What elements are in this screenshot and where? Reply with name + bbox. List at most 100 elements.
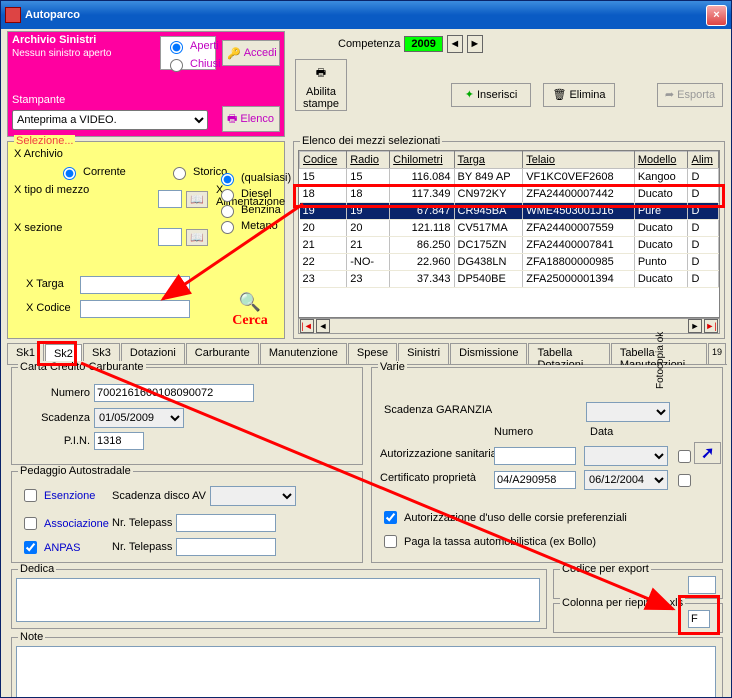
stampante-select[interactable]: Anteprima a VIDEO. <box>12 110 208 130</box>
telepass2-input[interactable] <box>176 538 276 556</box>
associazione-check[interactable]: Associazione <box>20 514 109 533</box>
scad-garanzia-select[interactable] <box>586 402 670 422</box>
table-row[interactable]: 1818117.349CN972KYZFA24400007442DucatoD <box>300 186 719 203</box>
note-textarea[interactable] <box>16 646 716 698</box>
paga-bollo-check[interactable]: Paga la tassa automobilistica (ex Bollo) <box>380 532 596 551</box>
table-row[interactable]: 2020121.118CV517MAZFA24400007559DucatoD <box>300 220 719 237</box>
sezione-label: X sezione <box>14 222 62 234</box>
tab-manutenzione[interactable]: Manutenzione <box>260 343 347 364</box>
col-targa[interactable]: Targa <box>454 152 523 169</box>
codice-export-legend: Codice per export <box>560 563 651 575</box>
tipo-mezzo-input[interactable] <box>158 190 182 208</box>
radio-benzina[interactable]: Benzina <box>216 202 284 218</box>
radio-aperti[interactable]: Aperti <box>161 37 215 55</box>
scadenza-av-select[interactable] <box>210 486 296 506</box>
tab-dismissione[interactable]: Dismissione <box>450 343 527 364</box>
radio-chiusi[interactable]: Chiusi <box>161 55 215 73</box>
table-row[interactable]: 1515116.084BY 849 APVF1KC0VEF2608KangooD <box>300 169 719 186</box>
table-row[interactable]: 22-NO-22.960DG438LNZFA18800000985PuntoD <box>300 254 719 271</box>
cerca-button[interactable]: 🔍 Cerca <box>216 292 284 329</box>
table-row[interactable]: 212186.250DC175ZNZFA24400007841DucatoD <box>300 237 719 254</box>
aut-san-num[interactable] <box>494 447 576 465</box>
col-alim[interactable]: Alim <box>688 152 719 169</box>
radio-metano[interactable]: Metano <box>216 218 284 234</box>
abilita-stampe-button[interactable]: 🖶 Abilita stampe <box>295 59 347 111</box>
carta-legend: Carta Credito Carburante <box>18 361 146 373</box>
tab-end[interactable]: 19 <box>708 343 726 364</box>
col-radio[interactable]: Radio <box>347 152 390 169</box>
telepass1-input[interactable] <box>176 514 276 532</box>
data-h: Data <box>590 426 613 438</box>
codice-label: X Codice <box>26 302 71 314</box>
targa-input[interactable] <box>80 276 190 294</box>
telepass2-label: Nr. Telepass <box>112 541 172 553</box>
radio-diesel[interactable]: Diesel <box>216 186 284 202</box>
numero-label: Numero <box>40 387 90 399</box>
pin-input[interactable] <box>94 432 144 450</box>
codice-export-input[interactable] <box>688 576 716 594</box>
table-row[interactable]: 232337.343DP540BEZFA25000001394DucatoD <box>300 271 719 288</box>
esenzione-check[interactable]: Esenzione <box>20 486 95 505</box>
year-prev-button[interactable]: ◄ <box>447 35 463 53</box>
magnifier-icon: 🔍 <box>216 292 284 313</box>
pedaggio-legend: Pedaggio Autostradale <box>18 465 133 477</box>
year-next-button[interactable]: ► <box>467 35 483 53</box>
competenza-label: Competenza <box>338 38 400 50</box>
cert-chk[interactable] <box>678 474 691 487</box>
tab-tabella-dotazioni[interactable]: Tabella Dotazioni <box>528 343 609 364</box>
dedica-textarea[interactable] <box>16 578 540 622</box>
anpas-check[interactable]: ANPAS <box>20 538 80 557</box>
elenco-mezzi-group: Elenco dei mezzi selezionati Codice Radi… <box>293 141 725 339</box>
archivio-sinistri-panel: Archivio Sinistri Nessun sinistro aperto… <box>7 31 285 137</box>
col-modello[interactable]: Modello <box>634 152 688 169</box>
pedaggio-group: Pedaggio Autostradale Esenzione Scadenza… <box>11 471 363 563</box>
trash-icon: 🗑 <box>552 89 566 101</box>
aut-san-chk[interactable] <box>678 450 691 463</box>
varie-group: Varie Scadenza GARANZIA Fotocopia ok Num… <box>371 367 723 563</box>
colonna-riepilogo-group: Colonna per riepilogo xls <box>553 603 723 633</box>
elimina-button[interactable]: 🗑 Elimina <box>543 83 615 107</box>
cert-data-select[interactable]: 06/12/2004 <box>584 470 668 490</box>
telepass1-label: Nr. Telepass <box>112 517 172 529</box>
aut-san-data[interactable] <box>584 446 668 466</box>
accedi-button[interactable]: 🔑Accedi <box>222 40 280 66</box>
scadenza-select[interactable]: 01/05/2009 <box>94 408 184 428</box>
colonna-input[interactable] <box>688 610 710 628</box>
selezione-group: Selezione... X Archivio Corrente Storico… <box>7 141 285 339</box>
key-icon: 🔑 <box>227 47 241 60</box>
sezione-browse[interactable]: 📖 <box>186 229 208 246</box>
radio-corrente[interactable]: Corrente <box>58 164 126 180</box>
inserisci-button[interactable]: ✦ Inserisci <box>451 83 531 107</box>
codice-export-group: Codice per export <box>553 569 723 599</box>
tab-carburante[interactable]: Carburante <box>186 343 259 364</box>
scadenza-label: Scadenza <box>30 412 90 424</box>
printer-icon: 🖶 <box>311 64 331 84</box>
book-icon: 📖 <box>190 193 204 206</box>
fotocopia-label: Fotocopia ok <box>655 332 666 389</box>
numero-h: Numero <box>494 426 533 438</box>
stampante-label: Stampante <box>12 94 65 106</box>
note-legend: Note <box>18 631 45 643</box>
targa-label: X Targa <box>26 278 64 290</box>
cert-num-input[interactable] <box>494 471 576 489</box>
codice-input[interactable] <box>80 300 190 318</box>
col-telaio[interactable]: Telaio <box>523 152 635 169</box>
carta-group: Carta Credito Carburante Numero Scadenza… <box>11 367 363 465</box>
col-codice[interactable]: Codice <box>300 152 347 169</box>
aut-corsie-check[interactable]: Autorizzazione d'uso delle corsie prefer… <box>380 508 627 527</box>
tipo-mezzo-browse[interactable]: 📖 <box>186 191 208 208</box>
mezzi-grid[interactable]: Codice Radio Chilometri Targa Telaio Mod… <box>298 150 720 318</box>
close-button[interactable]: × <box>706 5 727 26</box>
table-row[interactable]: 191967.847CR945BAWME4503001J16PureD <box>300 203 719 220</box>
col-km[interactable]: Chilometri <box>390 152 454 169</box>
numero-input[interactable] <box>94 384 254 402</box>
sk2-panel: Carta Credito Carburante Numero Scadenza… <box>7 365 727 698</box>
plus-icon: ✦ <box>465 89 474 101</box>
elenco-button[interactable]: 🖶Elenco <box>222 106 280 132</box>
app-icon <box>5 7 21 23</box>
radio-qualsiasi[interactable]: (qualsiasi) <box>216 170 284 186</box>
sezione-input[interactable] <box>158 228 182 246</box>
scadenza-av-label: Scadenza disco AV <box>112 490 206 502</box>
forward-button[interactable]: ➚ <box>694 442 721 464</box>
archivio-x-label: X Archivio <box>14 148 63 160</box>
